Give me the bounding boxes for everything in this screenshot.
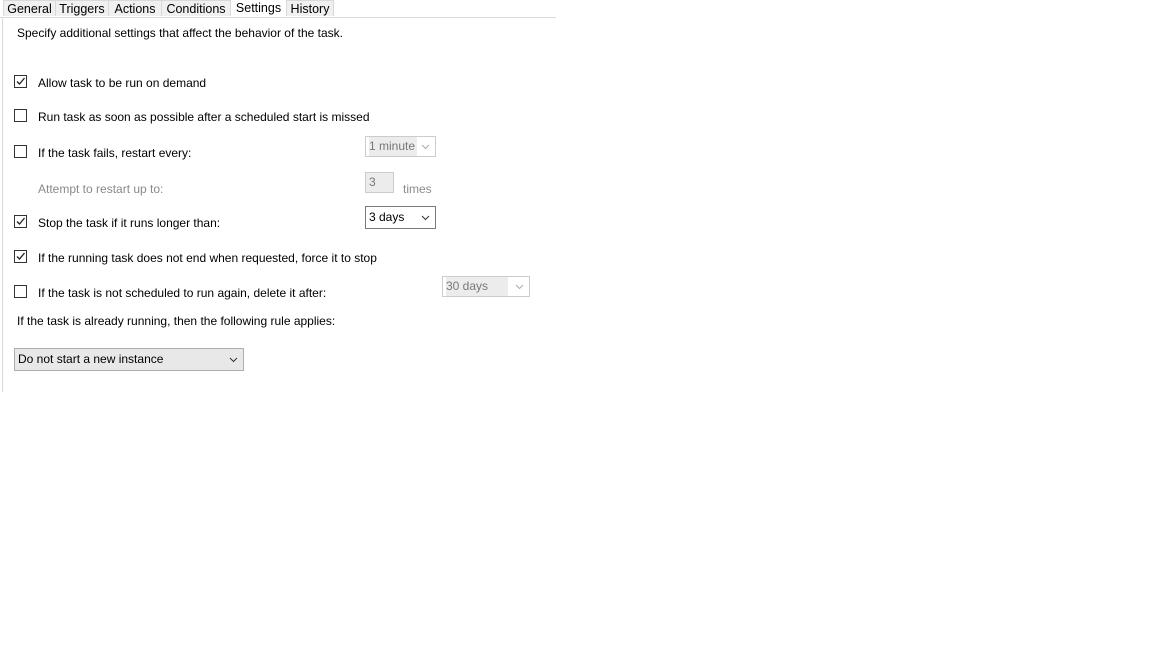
chevron-down-icon [421, 215, 430, 221]
checkmark-icon [16, 217, 25, 225]
settings-panel [2, 17, 557, 392]
restart-interval-value: 1 minute [369, 137, 418, 156]
tab-actions[interactable]: Actions [108, 0, 162, 16]
chevron-down-icon [515, 284, 524, 290]
stop-long-checkbox[interactable] [14, 215, 27, 228]
delete-after-dropdown[interactable]: 30 days [442, 276, 530, 297]
attempt-label: Attempt to restart up to: [38, 182, 164, 196]
force-stop-checkbox[interactable] [14, 250, 27, 263]
restart-label: If the task fails, restart every: [38, 146, 192, 160]
chevron-down-icon [421, 144, 430, 150]
stop-long-label: Stop the task if it runs longer than: [38, 216, 221, 230]
stop-duration-value: 3 days [369, 210, 405, 224]
settings-description: Specify additional settings that affect … [17, 26, 343, 40]
allow-on-demand-label: Allow task to be run on demand [38, 76, 207, 90]
tab-general[interactable]: General [3, 0, 56, 16]
attempt-count-input[interactable]: 3 [365, 172, 394, 193]
restart-interval-dropdown[interactable]: 1 minute [365, 136, 436, 157]
rule-value: Do not start a new instance [18, 352, 164, 366]
delete-after-checkbox[interactable] [14, 285, 27, 298]
force-stop-label: If the running task does not end when re… [38, 251, 377, 265]
tab-bar: General Triggers Actions Conditions Sett… [0, 0, 556, 18]
tab-conditions[interactable]: Conditions [161, 0, 231, 16]
stop-duration-dropdown[interactable]: 3 days [365, 206, 436, 229]
tab-history[interactable]: History [286, 0, 334, 16]
rule-dropdown[interactable]: Do not start a new instance [14, 348, 244, 371]
checkmark-icon [16, 77, 25, 85]
tab-settings[interactable]: Settings [230, 0, 287, 16]
run-asap-checkbox[interactable] [14, 109, 27, 122]
restart-checkbox[interactable] [14, 145, 27, 158]
run-asap-label: Run task as soon as possible after a sch… [38, 110, 370, 124]
chevron-down-icon [229, 357, 238, 363]
attempt-suffix: times [403, 182, 432, 196]
allow-on-demand-checkbox[interactable] [14, 75, 27, 88]
delete-after-value: 30 days [446, 277, 509, 296]
rule-label: If the task is already running, then the… [17, 314, 336, 328]
tab-triggers[interactable]: Triggers [55, 0, 109, 16]
delete-after-label: If the task is not scheduled to run agai… [38, 286, 327, 300]
checkmark-icon [16, 252, 25, 260]
